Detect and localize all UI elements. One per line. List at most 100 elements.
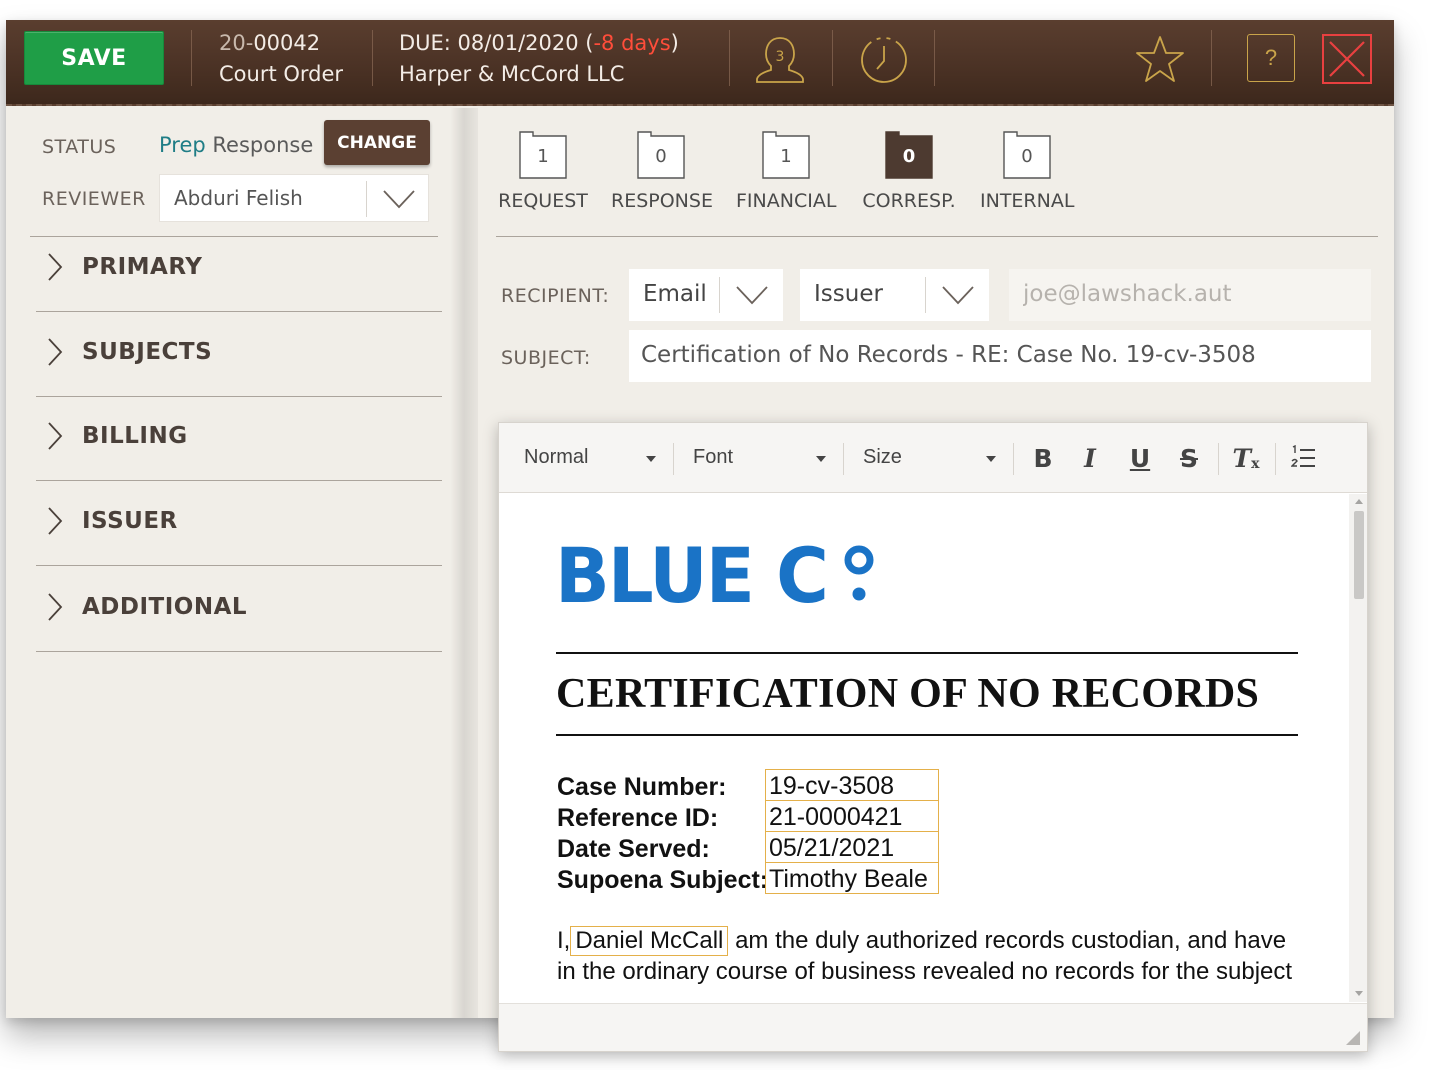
close-button[interactable] [1322,34,1372,84]
divider [1013,443,1014,475]
recipient-method-select[interactable]: Email [629,269,783,321]
strikethrough-button[interactable]: S [1174,441,1204,475]
section-primary[interactable]: PRIMARY [36,228,442,312]
scroll-up-icon[interactable] [1354,497,1364,505]
section-additional[interactable]: ADDITIONAL [36,568,442,652]
reviewer-label: REVIEWER [42,188,146,210]
chevron-right-icon [48,507,63,535]
divider [843,443,844,475]
rich-text-editor: Normal Font Size B I U S Tx BLUE C CERTI… [498,422,1368,1052]
subpoena-subject-field[interactable]: Timothy Beale [765,862,939,894]
italic-button[interactable]: I [1075,441,1105,475]
divider [191,30,192,86]
firm-name: Harper & McCord LLC [399,62,625,86]
tab-internal[interactable]: 0 INTERNAL [980,130,1074,212]
section-billing[interactable]: BILLING [36,397,442,481]
divider [372,30,373,86]
paragraph-line: in the ordinary course of business revea… [557,958,1293,985]
divider [719,277,720,313]
font-select[interactable]: Font [693,446,733,469]
editor-toolbar: Normal Font Size B I U S Tx [499,423,1367,493]
divider [934,30,935,86]
divider [729,30,730,86]
recipient-method-value: Email [643,281,707,307]
scroll-thumb[interactable] [1354,511,1364,599]
size-select[interactable]: Size [863,446,902,469]
section-issuer[interactable]: ISSUER [36,482,442,566]
underline-button[interactable]: U [1125,441,1155,475]
section-title: ISSUER [82,508,178,534]
star-icon[interactable] [1132,32,1188,88]
status-label: STATUS [42,136,117,158]
field-label: Case Number: [557,773,727,801]
subject-field[interactable]: Certification of No Records - RE: Case N… [629,330,1371,382]
tab-count: 1 [537,146,549,167]
editor-footer [499,1003,1367,1051]
reviewer-select[interactable]: Abduri Felish [159,174,429,222]
tab-label: CORRESP. [862,190,956,212]
resize-handle-icon[interactable] [1345,1030,1361,1046]
assignees-icon[interactable]: 3 [752,32,808,88]
editor-scrollbar[interactable] [1349,494,1367,1002]
tab-correspondence[interactable]: 0 CORRESP. [861,130,957,212]
case-type: Court Order [219,62,344,86]
caret-down-icon [816,456,826,462]
change-status-button[interactable]: CHANGE [324,120,430,165]
caret-down-icon [646,456,656,462]
date-served-field[interactable]: 05/21/2021 [765,831,939,863]
chevron-down-icon [942,286,974,305]
reference-id-field[interactable]: 21-0000421 [765,800,939,832]
divider [832,30,833,86]
history-icon[interactable] [856,32,912,88]
tab-label: REQUEST [498,190,588,212]
tab-count: 0 [1021,146,1033,167]
clear-format-button[interactable]: Tx [1231,441,1261,475]
chevron-down-icon [736,286,768,305]
custodian-field[interactable]: Daniel McCall [570,926,729,956]
divider [556,734,1298,736]
close-icon [1329,41,1365,77]
caret-down-icon [986,456,996,462]
ordered-list-icon [1291,445,1315,467]
ordered-list-button[interactable] [1289,441,1319,475]
save-button[interactable]: SAVE [24,31,164,85]
divider [556,652,1298,654]
section-subjects[interactable]: SUBJECTS [36,313,442,397]
tab-financial[interactable]: 1 FINANCIAL [736,130,836,212]
recipient-party-select[interactable]: Issuer [800,269,989,321]
subject-value: Certification of No Records - RE: Case N… [641,342,1256,368]
status-value: Prep Response [159,133,314,157]
divider [366,181,367,217]
recipient-email-field[interactable]: joe@lawshack.aut [1009,269,1371,321]
section-title: ADDITIONAL [82,594,248,620]
field-label: Date Served: [557,835,710,863]
editor-content[interactable]: BLUE C CERTIFICATION OF NO RECORDS Case … [499,494,1349,1002]
help-button[interactable]: ? [1247,34,1295,82]
scroll-down-icon[interactable] [1354,990,1364,998]
recipient-party-value: Issuer [814,281,883,307]
tab-response[interactable]: 0 RESPONSE [611,130,713,212]
bold-button[interactable]: B [1028,441,1058,475]
tab-label: FINANCIAL [736,190,837,212]
due-date: DUE: 08/01/2020 (-8 days) [399,31,679,55]
document-title: CERTIFICATION OF NO RECORDS [556,671,1260,717]
tab-label: INTERNAL [980,190,1075,212]
section-title: SUBJECTS [82,339,213,365]
style-select[interactable]: Normal [524,446,588,469]
paragraph-line: I, Daniel McCall am the duly authorized r… [557,926,1287,956]
case-number: 20-00042 [219,31,321,55]
chevron-right-icon [48,422,63,450]
divider [925,277,926,313]
divider [1275,443,1276,475]
top-bar: SAVE 20-00042 Court Order DUE: 08/01/202… [6,20,1394,106]
tab-count: 1 [780,146,792,167]
chevron-right-icon [48,338,63,366]
tab-request[interactable]: 1 REQUEST [498,130,588,212]
company-logo: BLUE C [555,531,885,620]
reviewer-value: Abduri Felish [174,186,303,210]
chevron-right-icon [48,593,63,621]
case-number-field[interactable]: 19-cv-3508 [765,769,939,801]
section-title: BILLING [82,423,188,449]
tab-label: RESPONSE [611,190,713,212]
field-label: Reference ID: [557,804,719,832]
